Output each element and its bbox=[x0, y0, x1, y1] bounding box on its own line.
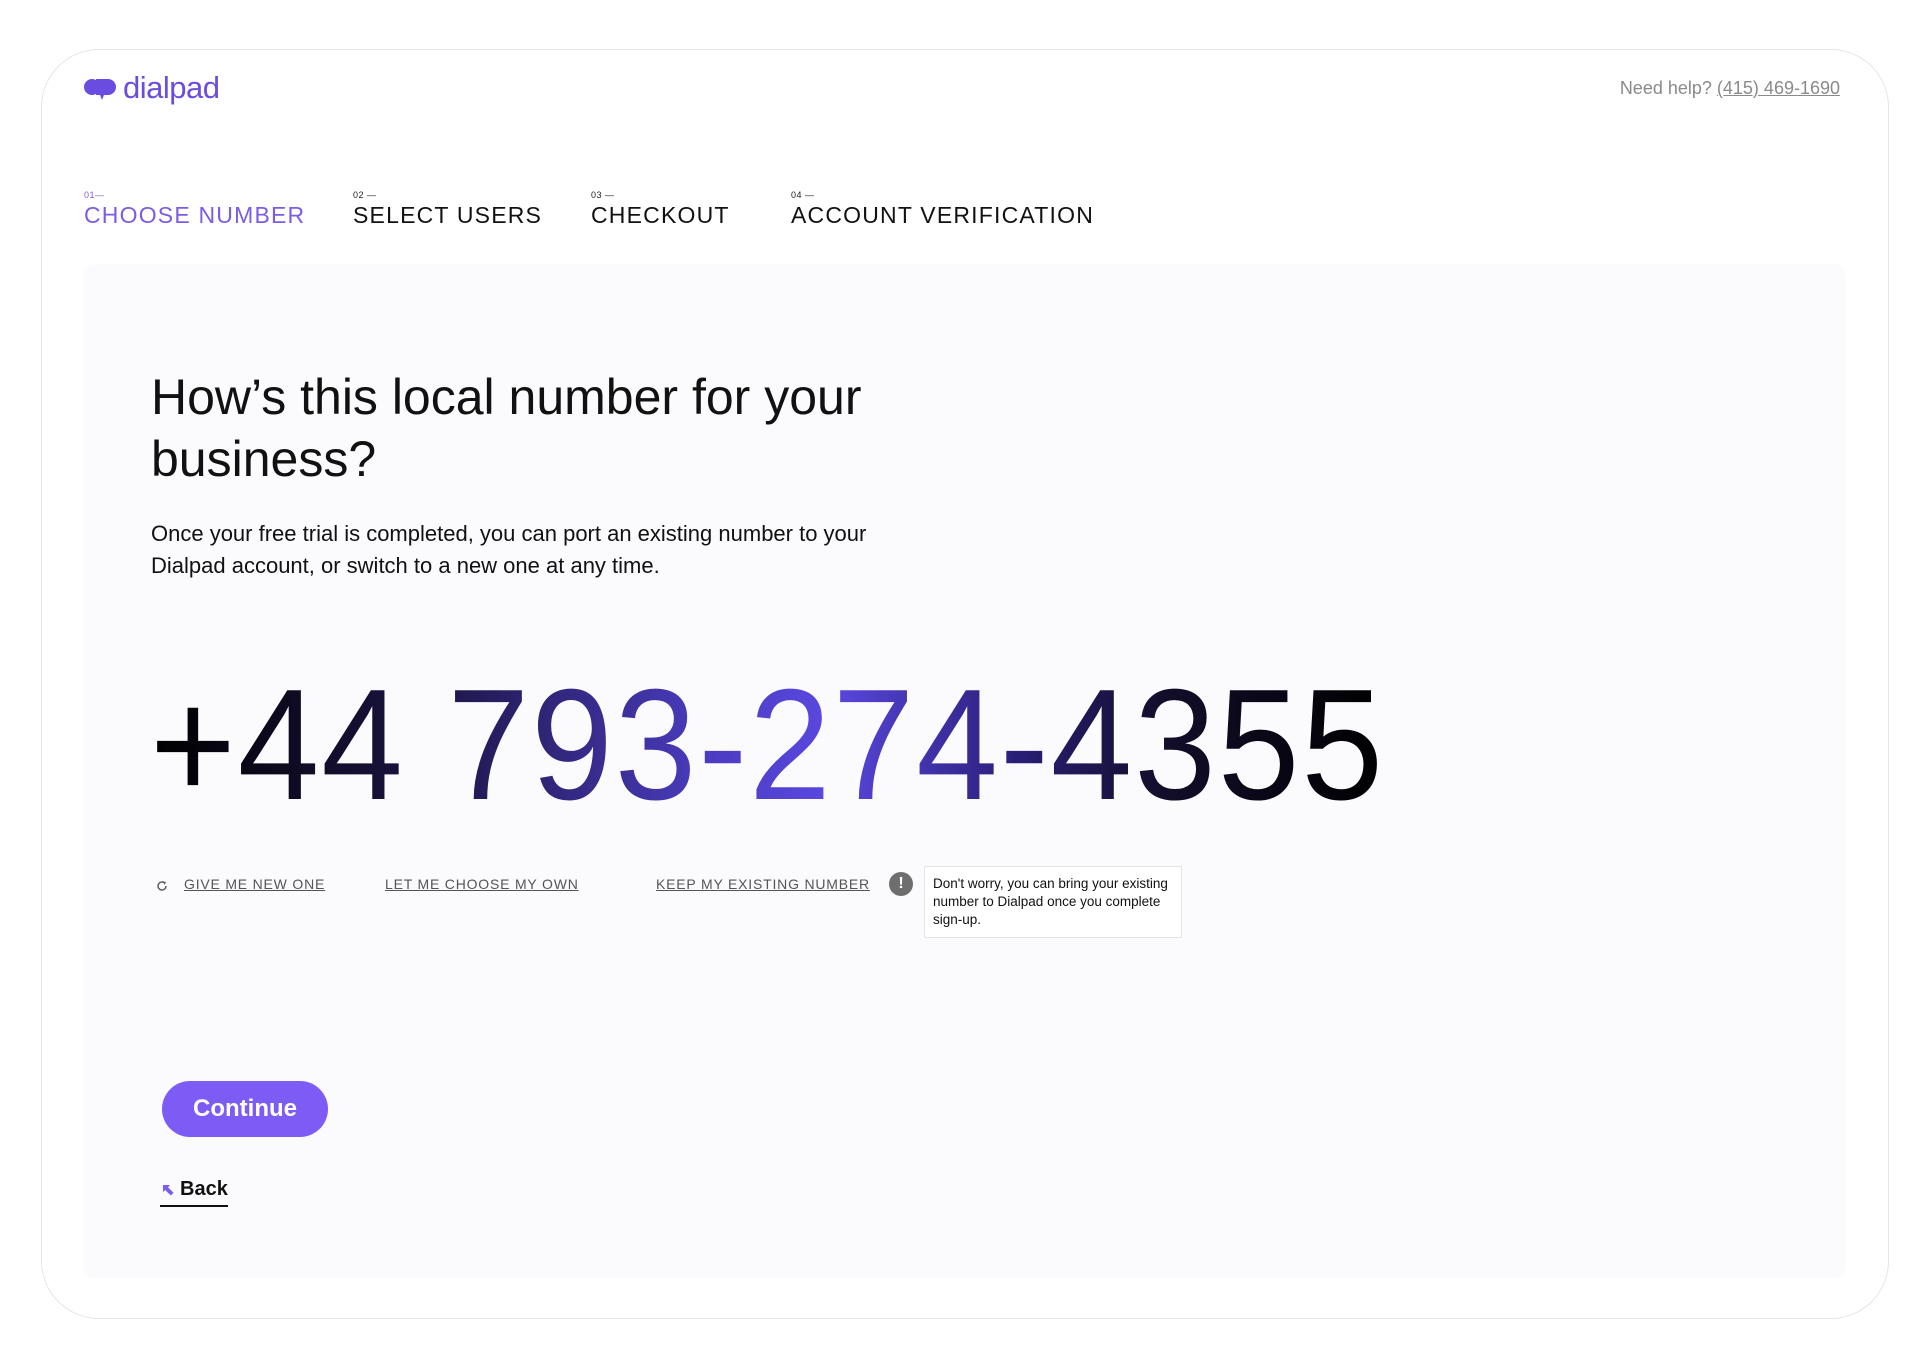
step-number: 01— bbox=[84, 190, 105, 200]
refresh-icon[interactable] bbox=[156, 880, 168, 892]
brand-name: dialpad bbox=[123, 70, 220, 105]
step-label: CHOOSE NUMBER bbox=[84, 202, 306, 228]
dialpad-logo[interactable]: dialpad bbox=[83, 70, 220, 106]
step-label: ACCOUNT VERIFICATION bbox=[791, 202, 1094, 228]
help-contact: Need help? (415) 469-1690 bbox=[1620, 78, 1840, 99]
step-choose-number[interactable]: 01— CHOOSE NUMBER bbox=[84, 190, 305, 229]
page-title: How’s this local number for your busines… bbox=[151, 369, 862, 487]
back-button[interactable]: Back bbox=[160, 1178, 228, 1207]
keep-number-tooltip: Don't worry, you can bring your existing… bbox=[924, 866, 1182, 938]
choose-own-number-link[interactable]: LET ME CHOOSE MY OWN bbox=[385, 876, 579, 892]
phone-number-display: +44 793-274-4355 bbox=[150, 657, 1385, 833]
dialpad-logo-icon bbox=[84, 79, 116, 100]
step-label: CHECKOUT bbox=[591, 202, 730, 228]
step-label: SELECT USERS bbox=[353, 202, 543, 228]
help-prefix: Need help? bbox=[1619, 78, 1712, 98]
step-number: 03 — bbox=[591, 190, 615, 200]
back-label: Back bbox=[180, 1178, 228, 1200]
step-number: 04 — bbox=[791, 190, 815, 200]
continue-button[interactable]: Continue bbox=[162, 1081, 328, 1137]
arrow-up-left-icon bbox=[163, 1184, 174, 1195]
give-new-number-link[interactable]: GIVE ME NEW ONE bbox=[184, 876, 325, 892]
help-phone-link[interactable]: (415) 469-1690 bbox=[1717, 78, 1840, 98]
step-select-users[interactable]: 02 — SELECT USERS bbox=[353, 190, 542, 229]
keep-existing-number-link[interactable]: KEEP MY EXISTING NUMBER bbox=[656, 876, 870, 892]
step-account-verification[interactable]: 04 — ACCOUNT VERIFICATION bbox=[791, 190, 1094, 229]
info-icon[interactable]: ! bbox=[889, 872, 913, 896]
step-checkout[interactable]: 03 — CHECKOUT bbox=[591, 190, 730, 229]
page-description: Once your free trial is completed, you c… bbox=[151, 521, 867, 578]
step-number: 02 — bbox=[353, 190, 377, 200]
